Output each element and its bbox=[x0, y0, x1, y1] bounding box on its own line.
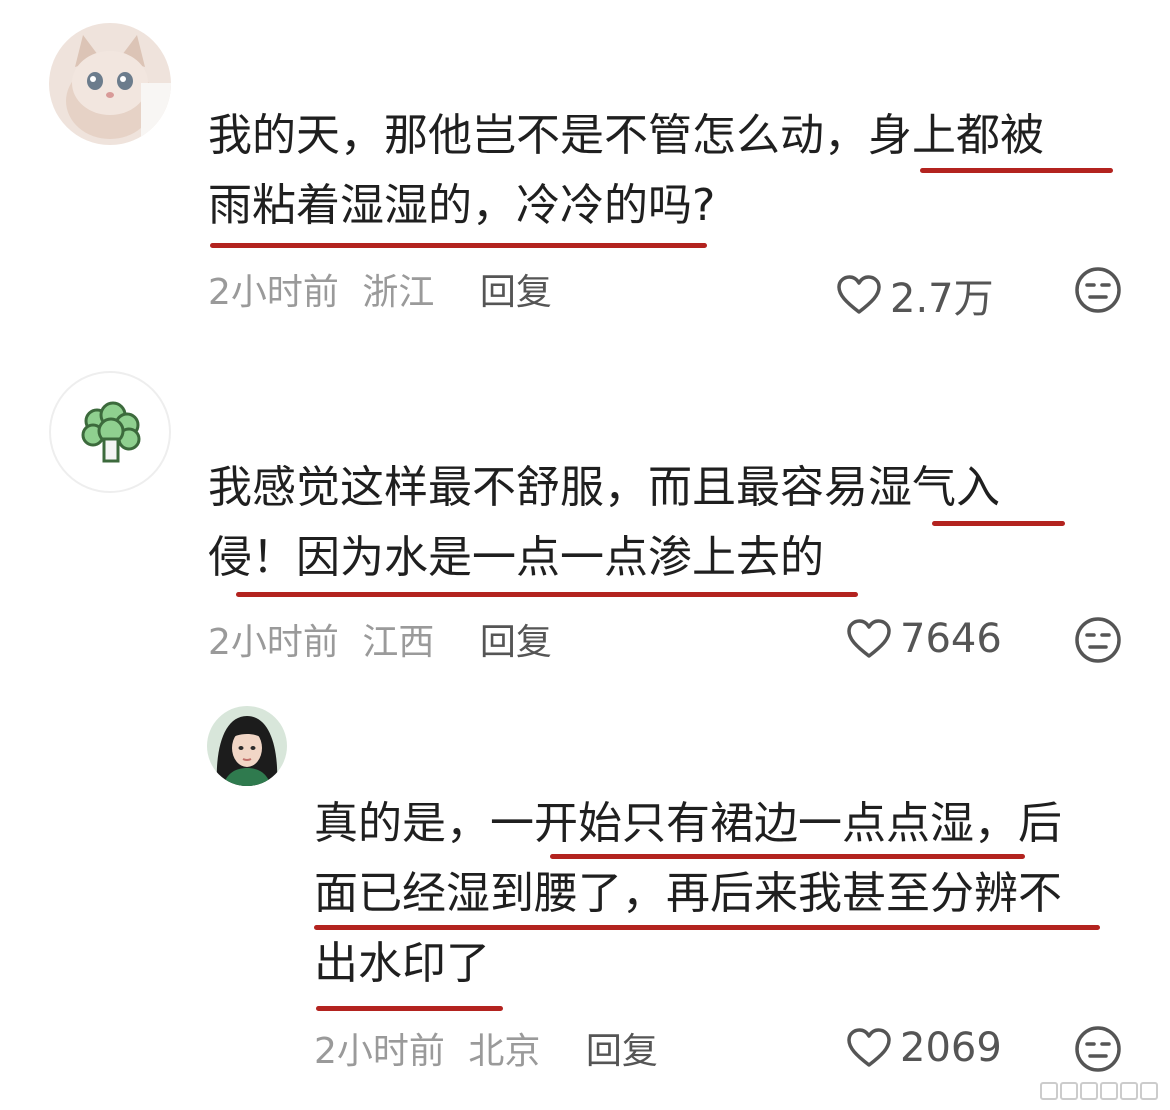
avatar-cat[interactable] bbox=[49, 23, 171, 145]
heart-outline-icon bbox=[837, 275, 881, 314]
comment-text-line: 侵！因为水是一点一点渗上去的 bbox=[208, 532, 824, 583]
comment-text-line: 真的是，一开始只有裙边一点点湿，后 bbox=[314, 798, 1062, 849]
location: 北京 bbox=[468, 1031, 541, 1072]
like-button[interactable]: 2.7万 bbox=[836, 266, 994, 324]
highlight-underline bbox=[932, 521, 1065, 526]
highlight-underline bbox=[550, 854, 1025, 859]
dislike-button[interactable] bbox=[1074, 266, 1122, 318]
reply-button[interactable]: 回复 bbox=[480, 622, 552, 663]
like-count: 2.7万 bbox=[890, 276, 994, 322]
like-count: 2069 bbox=[900, 1025, 1002, 1071]
highlight-underline bbox=[236, 592, 858, 597]
location: 江西 bbox=[362, 622, 435, 663]
expressionless-face-icon bbox=[1075, 617, 1121, 663]
comment-text: 真的是，一开始只有裙边一点点湿，后 面已经湿到腰了，再后来我甚至分辨不 出水印了 bbox=[314, 789, 1062, 999]
comment-meta: 2小时前 江西 回复 bbox=[208, 613, 552, 665]
expressionless-face-icon bbox=[1075, 267, 1121, 313]
dislike-button[interactable] bbox=[1074, 616, 1122, 668]
expressionless-face-icon bbox=[1075, 1026, 1121, 1072]
timestamp: 2小时前 bbox=[208, 622, 339, 663]
comment-meta: 2小时前 浙江 回复 bbox=[208, 263, 552, 315]
reply-button[interactable]: 回复 bbox=[586, 1031, 658, 1072]
heart-outline-icon bbox=[847, 619, 891, 658]
comment-text: 我感觉这样最不舒服，而且最容易湿气入 侵！因为水是一点一点渗上去的 bbox=[208, 453, 1000, 593]
comment-meta: 2小时前 北京 回复 bbox=[314, 1022, 658, 1074]
comment-text-line: 我的天，那他岂不是不管怎么动，身上都被 bbox=[208, 110, 1044, 161]
comment-text-line: 面已经湿到腰了，再后来我甚至分辨不 bbox=[314, 868, 1062, 919]
highlight-underline bbox=[210, 243, 707, 248]
location: 浙江 bbox=[362, 272, 435, 313]
highlight-underline bbox=[314, 925, 1100, 930]
reply-button[interactable]: 回复 bbox=[480, 272, 552, 313]
comment-text-line: 我感觉这样最不舒服，而且最容易湿气入 bbox=[208, 462, 1000, 513]
heart-outline-icon bbox=[847, 1028, 891, 1067]
comment-text: 我的天，那他岂不是不管怎么动，身上都被 雨粘着湿湿的，冷冷的吗? bbox=[208, 101, 1044, 241]
like-count: 7646 bbox=[900, 616, 1002, 662]
timestamp: 2小时前 bbox=[314, 1031, 445, 1072]
dislike-button[interactable] bbox=[1074, 1025, 1122, 1077]
broccoli-icon bbox=[81, 401, 141, 463]
timestamp: 2小时前 bbox=[208, 272, 339, 313]
avatar-woman[interactable] bbox=[207, 706, 287, 786]
highlight-underline bbox=[920, 168, 1113, 173]
highlight-underline bbox=[316, 1006, 503, 1011]
like-button[interactable]: 2069 bbox=[846, 1025, 1002, 1071]
reply-comment-item: 真的是，一开始只有裙边一点点湿，后 面已经湿到腰了，再后来我甚至分辨不 出水印了… bbox=[0, 700, 1170, 1110]
watermark bbox=[1036, 1080, 1162, 1102]
comment-text-line: 出水印了 bbox=[314, 938, 490, 989]
comment-item: 我的天，那他岂不是不管怎么动，身上都被 雨粘着湿湿的，冷冷的吗? 2小时前 浙江… bbox=[0, 0, 1170, 340]
avatar-broccoli[interactable] bbox=[49, 371, 171, 493]
like-button[interactable]: 7646 bbox=[846, 616, 1002, 662]
comment-text-line: 雨粘着湿湿的，冷冷的吗? bbox=[208, 180, 716, 231]
comment-item: 我感觉这样最不舒服，而且最容易湿气入 侵！因为水是一点一点渗上去的 2小时前 江… bbox=[0, 340, 1170, 700]
